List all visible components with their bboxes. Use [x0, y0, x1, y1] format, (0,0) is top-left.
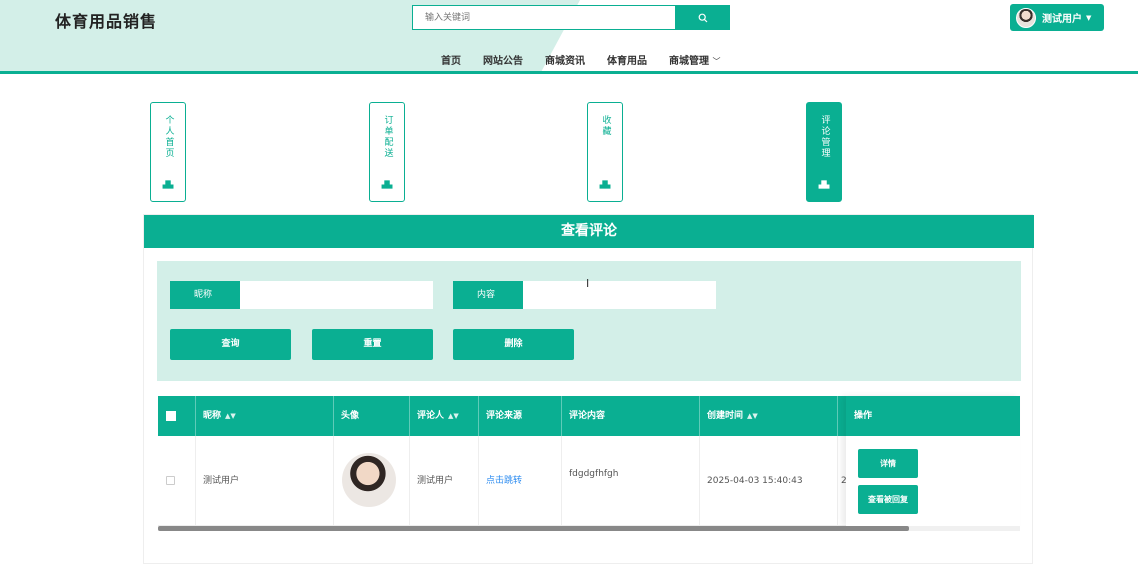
sort-icon: ▲▼ [448, 412, 459, 420]
content-input[interactable] [523, 281, 716, 309]
cell-nickname: 测试用户 [196, 436, 334, 526]
user-avatar [1016, 7, 1036, 28]
tile-orders[interactable]: 订单配送 ▟▙ [369, 102, 405, 202]
view-reply-button[interactable]: 查看被回复 [858, 485, 918, 514]
tile-orders-label: 订单配送 [382, 115, 393, 159]
search-input[interactable] [412, 5, 676, 30]
tile-favorites-label: 收藏 [600, 115, 611, 137]
col-nickname[interactable]: 昵称 ▲▼ [196, 396, 334, 436]
source-link[interactable]: 点击跳转 [486, 476, 522, 486]
user-menu-button[interactable]: 测试用户 ▼ [1010, 4, 1104, 31]
col-content: 评论内容 [562, 396, 700, 436]
main-nav: 首页 网站公告 商城资讯 体育用品 商城管理 ﹀ [430, 52, 731, 67]
tile-icon: ▟▙ [381, 181, 393, 189]
select-all-checkbox[interactable] [166, 410, 176, 421]
delete-button[interactable]: 删除 [453, 329, 574, 360]
tile-profile-label: 个人首页 [163, 115, 174, 159]
cell-avatar [334, 436, 410, 526]
tile-comments[interactable]: 评论管理 ▟▙ [806, 102, 842, 202]
tile-profile[interactable]: 个人首页 ▟▙ [150, 102, 186, 202]
cell-source: 点击跳转 [479, 436, 562, 526]
comments-card: 查看评论 昵称 内容 查询 重置 删除 昵称 ▲▼ 头像 评论人 ▲▼ 评论来源 评… [143, 214, 1034, 564]
nickname-label: 昵称 [170, 281, 240, 309]
sort-icon: ▲▼ [747, 412, 758, 420]
sort-icon: ▲▼ [225, 412, 236, 420]
col-created-label: 创建时间 [707, 411, 744, 421]
user-name: 测试用户 [1042, 14, 1082, 25]
nav-item-mall-manage[interactable]: 商城管理 ﹀ [658, 52, 731, 67]
tile-icon: ▟▙ [599, 181, 611, 189]
caret-down-icon: ▼ [1086, 13, 1092, 22]
chevron-down-icon: ﹀ [712, 57, 721, 66]
col-commenter-label: 评论人 [417, 411, 445, 421]
col-avatar: 头像 [334, 396, 410, 436]
avatar [342, 453, 396, 507]
nav-item-home[interactable]: 首页 [430, 52, 472, 67]
query-button[interactable]: 查询 [170, 329, 291, 360]
col-source: 评论来源 [479, 396, 562, 436]
tile-comments-label: 评论管理 [819, 115, 830, 159]
site-title: 体育用品销售 [55, 12, 158, 31]
nav-item-news[interactable]: 商城资讯 [534, 52, 596, 67]
row-select-cell [158, 436, 196, 526]
detail-button[interactable]: 详情 [858, 449, 918, 478]
actions-column: 操作 详情 查看被回复 [846, 396, 1020, 526]
cell-created: 2025-04-03 15:40:43 [700, 436, 838, 526]
tile-favorites[interactable]: 收藏 ▟▙ [587, 102, 623, 202]
tile-icon: ▟▙ [162, 181, 174, 189]
nickname-input[interactable] [240, 281, 433, 309]
search-button[interactable] [675, 5, 730, 30]
nav-item-sports-goods[interactable]: 体育用品 [596, 52, 658, 67]
nav-item-announcements[interactable]: 网站公告 [472, 52, 534, 67]
col-nickname-label: 昵称 [203, 411, 222, 421]
text-cursor-icon: I [586, 277, 590, 290]
top-header: 体育用品销售 测试用户 ▼ 首页 网站公告 商城资讯 体育用品 商城管理 ﹀ [0, 0, 1138, 74]
col-actions: 操作 [846, 396, 1020, 436]
col-created[interactable]: 创建时间 ▲▼ [700, 396, 838, 436]
reset-button[interactable]: 重置 [312, 329, 433, 360]
horizontal-scrollbar[interactable] [158, 526, 1020, 531]
col-commenter[interactable]: 评论人 ▲▼ [410, 396, 479, 436]
search-icon [698, 13, 707, 22]
select-all-cell [158, 396, 196, 436]
cell-commenter: 测试用户 [410, 436, 479, 526]
content-label: 内容 [453, 281, 523, 309]
card-title: 查看评论 [144, 215, 1034, 248]
cell-content: fdgdgfhfgh [562, 436, 700, 526]
tile-icon: ▟▙ [818, 181, 830, 189]
row-checkbox[interactable] [166, 476, 175, 485]
comments-table: 昵称 ▲▼ 头像 评论人 ▲▼ 评论来源 评论内容 创建时间 ▲▼ 测试用户 测试用户… [158, 396, 1020, 526]
nav-item-mall-manage-label: 商城管理 [669, 56, 709, 67]
scrollbar-thumb[interactable] [158, 526, 909, 531]
